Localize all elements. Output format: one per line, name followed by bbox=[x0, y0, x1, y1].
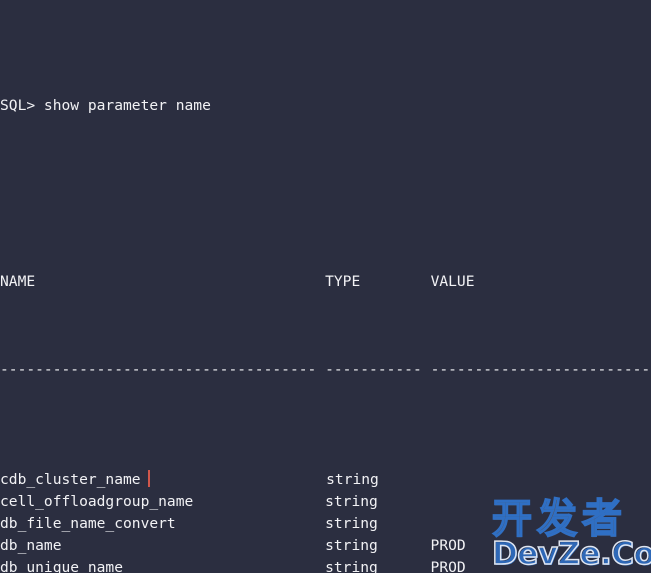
parameter-value: PROD bbox=[430, 537, 466, 554]
parameter-row: cell_offloadgroup_name string bbox=[0, 491, 651, 513]
pad bbox=[316, 361, 325, 378]
parameter-row: db_unique_name string PROD bbox=[0, 557, 651, 573]
parameter-name: db_file_name_convert bbox=[0, 515, 176, 532]
command-line-show-parameter-name: SQL> show parameter name bbox=[0, 97, 211, 114]
parameter-header-value: VALUE bbox=[430, 273, 475, 290]
parameter-type: string bbox=[326, 471, 379, 488]
pad bbox=[378, 559, 431, 573]
pad bbox=[35, 273, 325, 290]
parameter-row: db_name string PROD bbox=[0, 535, 651, 557]
parameter-name: db_name bbox=[0, 537, 62, 554]
parameter-name: db_unique_name bbox=[0, 559, 124, 573]
parameter-value: PROD bbox=[430, 559, 466, 573]
terminal-window[interactable]: SQL> show parameter name NAME TYPE VALUE… bbox=[0, 0, 651, 573]
blank-line-1 bbox=[0, 161, 651, 183]
parameter-row: cdb_cluster_name string bbox=[0, 469, 651, 491]
parameter-table-separator-row: ------------------------------------ ---… bbox=[0, 359, 651, 381]
pad bbox=[378, 537, 431, 554]
parameter-type: string bbox=[325, 559, 378, 573]
parameter-type: string bbox=[325, 493, 378, 510]
parameter-table-header-row: NAME TYPE VALUE bbox=[0, 271, 651, 293]
pad bbox=[123, 559, 325, 573]
parameter-row: db_file_name_convert string bbox=[0, 513, 651, 535]
parameter-name: cdb_cluster_name bbox=[0, 471, 141, 488]
parameter-separator-name: ------------------------------------ bbox=[0, 361, 317, 378]
parameter-name: cell_offloadgroup_name bbox=[0, 493, 194, 510]
parameter-table-body: cdb_cluster_name string cell_offloadgroup… bbox=[0, 469, 651, 573]
pad bbox=[360, 273, 430, 290]
pad bbox=[422, 361, 431, 378]
pad bbox=[150, 471, 326, 488]
pad bbox=[176, 515, 325, 532]
parameter-type: string bbox=[325, 515, 378, 532]
parameter-separator-value: ------------------------------ bbox=[430, 361, 651, 378]
parameter-header-type: TYPE bbox=[325, 273, 361, 290]
pad bbox=[193, 493, 325, 510]
parameter-header-name: NAME bbox=[0, 273, 36, 290]
parameter-separator-type: ----------- bbox=[325, 361, 422, 378]
terminal-screen-buffer[interactable]: SQL> show parameter name NAME TYPE VALUE… bbox=[0, 7, 651, 573]
pad bbox=[62, 537, 326, 554]
parameter-type: string bbox=[325, 537, 378, 554]
